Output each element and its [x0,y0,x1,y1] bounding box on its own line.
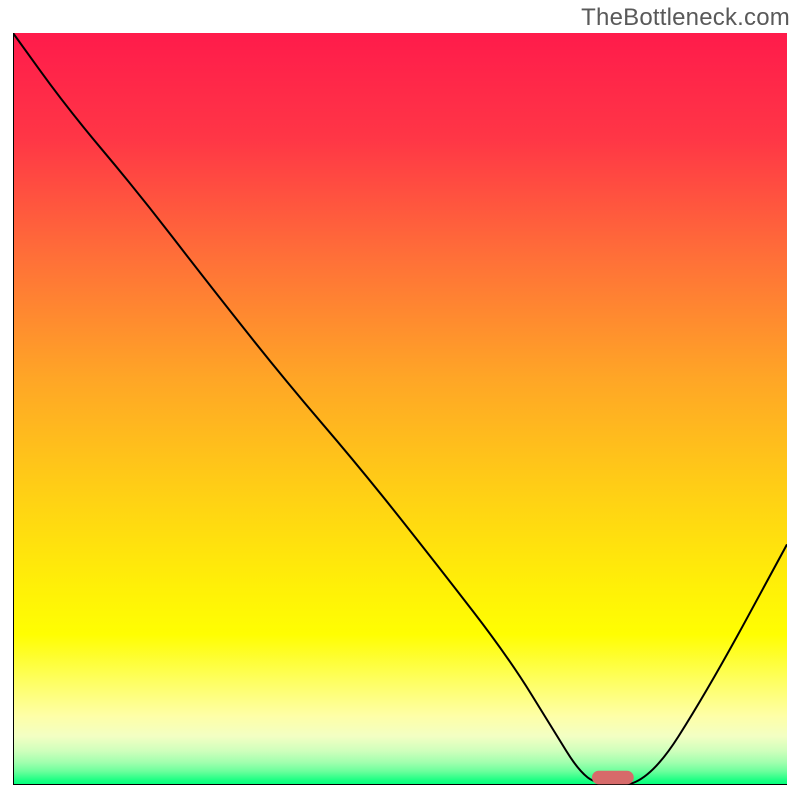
watermark-text: TheBottleneck.com [581,4,790,32]
chart-stage: TheBottleneck.com [0,0,800,800]
bottleneck-chart [13,33,787,785]
optimal-marker [592,771,634,785]
gradient-fill [13,33,787,785]
chart-svg [13,33,787,785]
